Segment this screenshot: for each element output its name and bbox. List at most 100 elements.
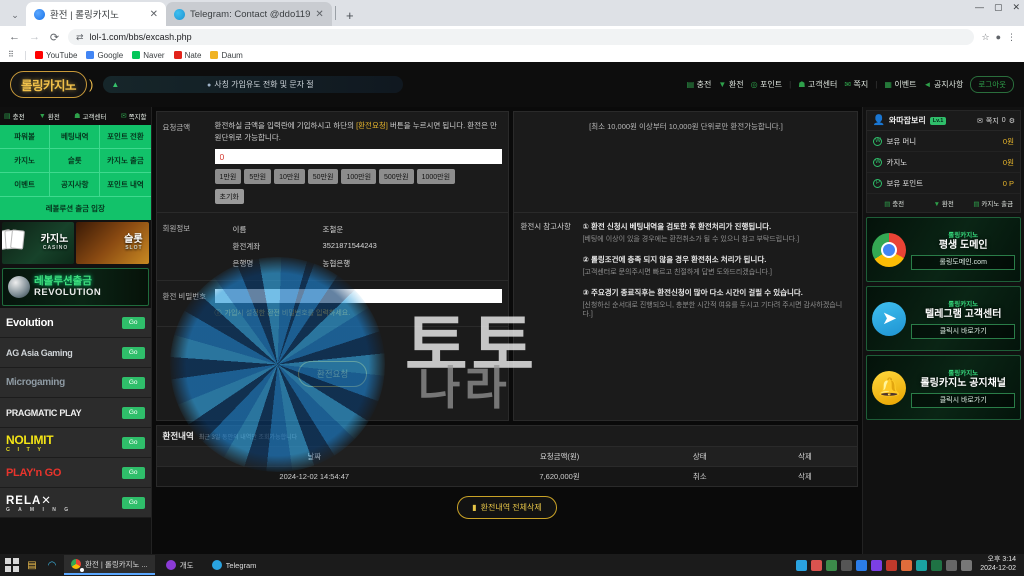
banner-casino[interactable]: 카지노 CASINO xyxy=(2,222,75,264)
account-action-charge[interactable]: ▤ 충전 xyxy=(869,198,919,208)
sidebar-item-messages[interactable]: ✉ 쪽지함 xyxy=(121,111,147,121)
provider-pragmatic-play[interactable]: PRAGMATIC PLAY Go xyxy=(0,398,151,428)
withdraw-request-button[interactable]: 환전요청 xyxy=(297,360,368,387)
menu-casino-withdraw[interactable]: 카지노 출금 xyxy=(100,149,151,173)
excel-tray-icon[interactable] xyxy=(931,559,943,571)
start-button-icon[interactable] xyxy=(4,557,20,573)
chip-10000000[interactable]: 1000만원 xyxy=(416,169,456,185)
promo-notice-channel[interactable]: 🔔 롤링카지노 롤링카지노 공지채널 클릭시 바로가기 xyxy=(866,355,1021,420)
purple-tray-icon[interactable] xyxy=(871,559,883,571)
red-tray-icon[interactable] xyxy=(886,559,898,571)
taskbar-item-app[interactable]: 개도 xyxy=(159,555,201,575)
telegram-tray-icon[interactable] xyxy=(796,559,808,571)
provider-asia-gaming[interactable]: AG Asia Gaming Go xyxy=(0,338,151,368)
delete-all-history-button[interactable]: ▮ 환전내역 전체삭제 xyxy=(457,496,557,519)
topnav-item-event[interactable]: ▦ 이벤트 xyxy=(884,79,916,90)
provider-relax-gaming[interactable]: RELA✕ G A M I N G Go xyxy=(0,488,151,518)
topnav-item-support[interactable]: ☗ 고객센터 xyxy=(798,79,837,90)
banner-slot[interactable]: 슬롯 SLOT xyxy=(76,222,149,264)
promo-cta[interactable]: 클릭시 바로가기 xyxy=(911,323,1015,339)
taskbar-item-telegram[interactable]: Telegram xyxy=(205,555,264,575)
provider-nolimit-city[interactable]: NOLIMIT C I T Y Go xyxy=(0,428,151,458)
account-action-exchange[interactable]: ▼ 환전 xyxy=(919,198,969,208)
close-window-button[interactable]: ✕ xyxy=(1012,2,1020,13)
provider-evolution[interactable]: Evolution Go xyxy=(0,308,151,338)
topnav-item-message[interactable]: ✉ 쪽지 xyxy=(844,79,868,90)
amount-input[interactable] xyxy=(214,149,503,165)
apps-grid-icon[interactable]: ⠿ xyxy=(8,51,16,59)
withdraw-password-input[interactable] xyxy=(214,289,503,304)
menu-betting-history[interactable]: 베팅내역 xyxy=(50,125,101,149)
sidebar-item-charge[interactable]: ▤ 충전 xyxy=(4,111,25,121)
new-tab-button[interactable]: + xyxy=(339,4,361,26)
back-icon[interactable]: ← xyxy=(8,31,21,43)
provider-go-button[interactable]: Go xyxy=(121,466,145,479)
taskbar-item-chrome[interactable]: 환전 | 롤링카지노 ... xyxy=(64,555,155,575)
gear-icon[interactable]: ⚙ xyxy=(1009,117,1015,125)
profile-avatar[interactable]: ● xyxy=(996,32,1001,42)
provider-playngo[interactable]: PLAY'n GO Go xyxy=(0,458,151,488)
menu-slot[interactable]: 슬롯 xyxy=(50,149,101,173)
chip-100000[interactable]: 10만원 xyxy=(274,169,305,185)
provider-go-button[interactable]: Go xyxy=(121,316,145,329)
volume-tray-icon[interactable] xyxy=(961,559,973,571)
chip-50000[interactable]: 5만원 xyxy=(244,169,272,185)
reset-button[interactable]: 초기화 xyxy=(214,189,244,205)
provider-microgaming[interactable]: Microgaming Go xyxy=(0,368,151,398)
menu-point-convert[interactable]: 포인트 전환 xyxy=(100,125,151,149)
forward-icon[interactable]: → xyxy=(28,31,41,43)
sidebar-item-exchange[interactable]: ▼ 환전 xyxy=(39,111,60,122)
sidebar-item-support[interactable]: ☗ 고객센터 xyxy=(74,111,106,121)
edge-icon[interactable]: ◠ xyxy=(44,557,60,573)
menu-point-history[interactable]: 포인트 내역 xyxy=(100,173,151,197)
orange-tray-icon[interactable] xyxy=(901,559,913,571)
close-icon[interactable]: ✕ xyxy=(315,9,323,20)
topnav-item-exchange[interactable]: ▼ 환전 xyxy=(718,79,743,90)
provider-go-button[interactable]: Go xyxy=(121,376,145,389)
account-action-casino-withdraw[interactable]: ▤ 카지노 출금 xyxy=(968,198,1018,208)
menu-revolution-entry[interactable]: 레볼루션 출금 입장 xyxy=(0,197,151,220)
menu-powerball[interactable]: 파워볼 xyxy=(0,125,51,149)
reload-icon[interactable]: ⟳ xyxy=(48,31,61,44)
notice-banner[interactable]: ▲ ● 사칭 가입유도 전화 및 문자 절 xyxy=(103,76,404,93)
tab-search-button[interactable]: ⌄ xyxy=(4,4,26,26)
blue-tray-icon[interactable] xyxy=(856,559,868,571)
logout-button[interactable]: 로그아웃 xyxy=(970,76,1014,93)
close-icon[interactable]: ✕ xyxy=(150,9,158,20)
promo-telegram-support[interactable]: ➤ 롤링카지노 텔레그램 고객센터 클릭시 바로가기 xyxy=(866,286,1021,351)
network-tray-icon[interactable] xyxy=(946,559,958,571)
address-bar[interactable]: ⇄ lol-1.com/bbs/excash.php xyxy=(68,29,975,45)
provider-go-button[interactable]: Go xyxy=(121,496,145,509)
topnav-item-charge[interactable]: ▤ 충전 xyxy=(687,79,712,90)
download-tray-icon[interactable] xyxy=(811,559,823,571)
maximize-button[interactable]: ▢ xyxy=(994,2,1003,13)
moon-tray-icon[interactable] xyxy=(841,559,853,571)
bookmark-naver[interactable]: Naver xyxy=(132,51,165,60)
site-logo[interactable]: 롤링카지노 xyxy=(10,71,88,98)
bookmark-youtube[interactable]: YouTube xyxy=(35,51,77,60)
provider-go-button[interactable]: Go xyxy=(121,436,145,449)
teal-tray-icon[interactable] xyxy=(916,559,928,571)
provider-go-button[interactable]: Go xyxy=(121,346,145,359)
promo-domain[interactable]: 롤링카지노 평생 도메인 롤링도메인.com xyxy=(866,217,1021,282)
bookmark-google[interactable]: Google xyxy=(86,51,123,60)
browser-tab-active[interactable]: 환전 | 롤링카지노 ✕ xyxy=(26,2,166,26)
bookmark-nate[interactable]: Nate xyxy=(173,51,201,60)
menu-event[interactable]: 이벤트 xyxy=(0,173,51,197)
file-explorer-icon[interactable]: ▤ xyxy=(24,557,40,573)
browser-menu-icon[interactable]: ⋮ xyxy=(1007,32,1016,43)
topnav-item-notice[interactable]: ◄ 공지사항 xyxy=(924,79,964,90)
browser-tab-telegram[interactable]: Telegram: Contact @ddo119 ✕ xyxy=(166,2,332,26)
promo-cta[interactable]: 클릭시 바로가기 xyxy=(911,392,1015,408)
chip-1000000[interactable]: 100만원 xyxy=(341,169,377,185)
taskbar-clock[interactable]: 오후 3:14 2024-12-02 xyxy=(976,556,1016,574)
chip-500000[interactable]: 50만원 xyxy=(307,169,339,185)
site-info-icon[interactable]: ⇄ xyxy=(76,32,84,43)
bookmark-daum[interactable]: Daum xyxy=(210,51,243,60)
minimize-button[interactable]: — xyxy=(975,2,984,13)
banner-revolution[interactable]: 레볼루션출금 REVOLUTION xyxy=(2,268,149,306)
chip-10000[interactable]: 1만원 xyxy=(214,169,242,185)
bookmark-star-icon[interactable]: ☆ xyxy=(981,32,989,43)
chip-5000000[interactable]: 500만원 xyxy=(379,169,414,185)
green-tray-icon[interactable] xyxy=(826,559,838,571)
